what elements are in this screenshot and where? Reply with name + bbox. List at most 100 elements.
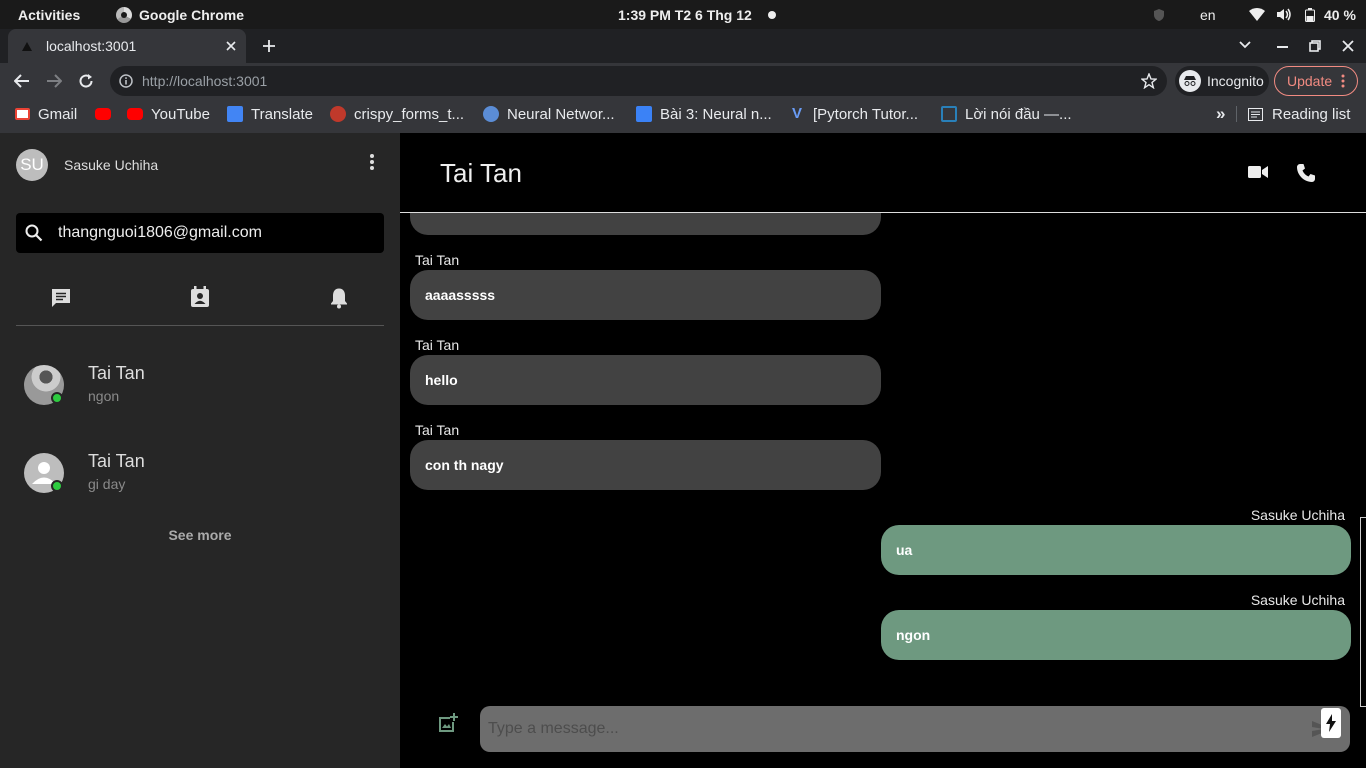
conversation-item[interactable]: Tai Tan gi day bbox=[0, 436, 400, 508]
phone-call-icon[interactable] bbox=[1296, 163, 1316, 183]
message-list[interactable]: Tai Tan aaaasssss Tai Tan hello Tai Tan … bbox=[400, 213, 1366, 693]
see-more-button[interactable]: See more bbox=[0, 527, 400, 543]
online-indicator bbox=[51, 480, 63, 492]
info-icon[interactable] bbox=[119, 74, 133, 88]
site-icon bbox=[636, 106, 652, 122]
message-bubble-outgoing: ngon bbox=[881, 610, 1351, 660]
bookmark-label: Translate bbox=[251, 105, 313, 123]
chat-panel: Tai Tan Tai Tan aaaasssss Tai Tan hello … bbox=[400, 133, 1366, 768]
notification-dot bbox=[768, 0, 776, 29]
language-indicator[interactable]: en bbox=[1200, 0, 1216, 29]
conversation-item[interactable]: Tai Tan ngon bbox=[0, 348, 400, 420]
chat-contact-name: Tai Tan bbox=[440, 158, 522, 188]
battery-icon[interactable] bbox=[1305, 0, 1315, 29]
message-bubble-cut bbox=[410, 213, 881, 235]
more-bookmarks-button[interactable]: » bbox=[1216, 99, 1225, 129]
bookmark-label: Lời nói đầu —... bbox=[965, 105, 1072, 123]
bookmark-crispy-forms[interactable]: crispy_forms_t... bbox=[330, 99, 464, 129]
tab-chats[interactable] bbox=[50, 287, 72, 309]
tab-contacts[interactable] bbox=[190, 286, 210, 308]
message-sender: Tai Tan bbox=[415, 422, 460, 438]
activities-button[interactable]: Activities bbox=[18, 0, 80, 29]
video-call-icon[interactable] bbox=[1248, 165, 1268, 179]
browser-tab[interactable]: localhost:3001 bbox=[8, 29, 246, 63]
bookmark-label: Neural Networ... bbox=[507, 105, 615, 123]
restore-icon[interactable] bbox=[1309, 40, 1321, 52]
browser-toolbar: http://localhost:3001 Incognito Update bbox=[0, 63, 1366, 99]
bookmark-loi-noi-dau[interactable]: Lời nói đầu —... bbox=[941, 99, 1072, 129]
bookmark-label: Gmail bbox=[38, 105, 78, 123]
message-bubble-outgoing: ua bbox=[881, 525, 1351, 575]
chat-header: Tai Tan bbox=[400, 133, 1366, 213]
site-icon: V bbox=[791, 105, 802, 122]
conversation-name: Tai Tan bbox=[88, 451, 145, 471]
bookmark-label: crispy_forms_t... bbox=[354, 105, 465, 123]
search-box[interactable]: thangnguoi1806@gmail.com bbox=[16, 213, 384, 253]
conversation-name: Tai Tan bbox=[88, 363, 145, 383]
message-input-placeholder: Type a message... bbox=[488, 720, 619, 737]
tab-notifications[interactable] bbox=[330, 287, 348, 309]
bookmark-label: Bài 3: Neural n... bbox=[660, 105, 772, 123]
app-menu[interactable]: Google Chrome bbox=[116, 0, 244, 29]
bookmarks-divider bbox=[1236, 106, 1237, 122]
clock[interactable]: 1:39 PM T2 6 Thg 12 bbox=[618, 0, 752, 29]
youtube-icon bbox=[95, 108, 111, 120]
attach-image-icon[interactable] bbox=[438, 713, 458, 733]
bookmarks-bar: Gmail YouTube Translate crispy_forms_t..… bbox=[0, 99, 1366, 129]
update-label: Update bbox=[1287, 73, 1333, 89]
shield-icon[interactable] bbox=[1153, 0, 1165, 29]
reading-list-label: Reading list bbox=[1272, 105, 1351, 123]
reload-icon[interactable] bbox=[78, 73, 94, 89]
forward-icon[interactable] bbox=[46, 74, 62, 88]
contacts-icon bbox=[191, 286, 209, 307]
url-scheme: http:// bbox=[142, 73, 178, 89]
bookmark-label: YouTube bbox=[151, 105, 210, 123]
wifi-icon[interactable] bbox=[1249, 0, 1265, 29]
search-input[interactable]: thangnguoi1806@gmail.com bbox=[58, 224, 262, 242]
update-button[interactable]: Update bbox=[1274, 66, 1358, 96]
lightning-icon[interactable] bbox=[1321, 708, 1341, 738]
user-avatar[interactable]: SU bbox=[16, 149, 48, 181]
incognito-badge[interactable]: Incognito bbox=[1175, 66, 1269, 96]
back-icon[interactable] bbox=[14, 74, 30, 88]
incognito-label: Incognito bbox=[1207, 73, 1264, 89]
bookmark-neural-network[interactable]: Neural Networ... bbox=[483, 99, 615, 129]
app-name: Google Chrome bbox=[139, 6, 245, 23]
bookmark-translate[interactable]: Translate bbox=[227, 99, 313, 129]
window-close-icon[interactable] bbox=[1342, 40, 1354, 52]
sidebar: SU Sasuke Uchiha thangnguoi1806@gmail.co… bbox=[0, 133, 400, 768]
site-icon bbox=[483, 106, 499, 122]
volume-icon[interactable] bbox=[1276, 0, 1291, 29]
reading-list-button[interactable]: Reading list bbox=[1248, 99, 1350, 129]
sidebar-menu-icon[interactable] bbox=[369, 153, 375, 171]
tab-title: localhost:3001 bbox=[46, 38, 137, 54]
message-input[interactable]: Type a message... bbox=[480, 706, 1350, 752]
address-bar[interactable]: http://localhost:3001 bbox=[110, 66, 1167, 96]
bookmark-star-icon[interactable] bbox=[1141, 73, 1157, 89]
bookmark-gmail[interactable]: Gmail bbox=[15, 99, 77, 129]
tabs-divider bbox=[16, 325, 384, 326]
tab-search-icon[interactable] bbox=[1239, 41, 1251, 49]
bookmark-youtube[interactable]: YouTube bbox=[127, 99, 210, 129]
message-bubble: con th nagy bbox=[410, 440, 881, 490]
scrollbar[interactable] bbox=[1360, 517, 1366, 707]
search-icon bbox=[25, 224, 43, 242]
bell-icon bbox=[331, 288, 347, 309]
message-bubble: aaaasssss bbox=[410, 270, 881, 320]
incognito-icon bbox=[1179, 70, 1201, 92]
tab-close-icon[interactable] bbox=[226, 41, 236, 51]
book-icon bbox=[941, 106, 957, 122]
chrome-icon bbox=[116, 6, 132, 23]
minimize-icon[interactable] bbox=[1277, 45, 1288, 49]
favicon-icon bbox=[22, 41, 32, 51]
youtube-icon bbox=[127, 108, 143, 120]
system-top-bar: Activities Google Chrome 1:39 PM T2 6 Th… bbox=[0, 0, 1366, 29]
bookmark-bai3[interactable]: Bài 3: Neural n... bbox=[636, 99, 772, 129]
message-sender: Sasuke Uchiha bbox=[1250, 592, 1345, 608]
new-tab-button[interactable] bbox=[262, 39, 276, 53]
bookmark-pytorch[interactable]: V [Pytorch Tutor... bbox=[789, 99, 918, 129]
bookmark-youtube-icon-only[interactable] bbox=[95, 99, 119, 129]
message-sender: Sasuke Uchiha bbox=[1250, 507, 1345, 523]
message-sender: Tai Tan bbox=[415, 252, 460, 268]
chat-icon bbox=[52, 289, 70, 307]
